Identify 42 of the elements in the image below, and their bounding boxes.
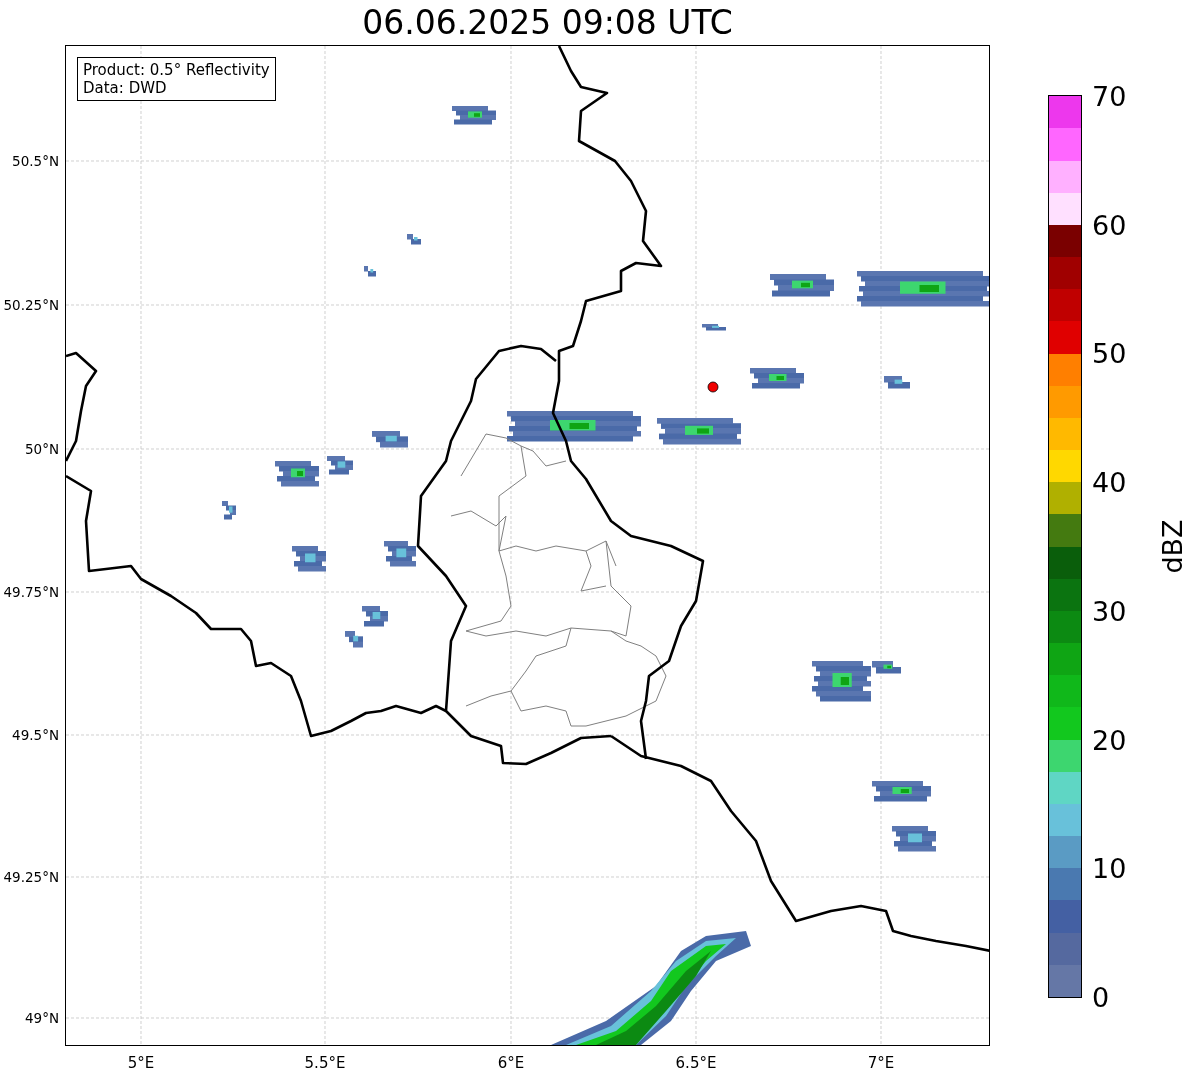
radar-echo (872, 781, 931, 802)
latitude-label: 50.25°N (3, 297, 59, 313)
radar-echo (345, 631, 363, 648)
longitude-label: 5.5°E (304, 1054, 346, 1072)
scale-tick-label: 30 (1092, 595, 1127, 627)
radar-echo (384, 541, 416, 567)
longitude-label: 7°E (867, 1054, 895, 1072)
info-text: Data: DWD (83, 79, 168, 97)
scale-tick-label: 60 (1092, 209, 1127, 241)
radar-echo (770, 274, 834, 297)
longitude-label: 5°E (127, 1054, 155, 1072)
radar-echo (750, 368, 804, 389)
latitude-label: 49°N (24, 1010, 59, 1026)
radar-echo (702, 324, 726, 331)
latitude-label: 49.25°N (3, 869, 59, 885)
radar-echo (362, 606, 388, 627)
radar-echo (275, 461, 319, 487)
radar-echo (222, 501, 236, 520)
scale-tick-label: 50 (1092, 337, 1127, 369)
latitude-label: 49.5°N (12, 727, 59, 743)
scale-tick-label: 40 (1092, 466, 1127, 498)
radar-echo (327, 456, 353, 475)
latitude-label: 50°N (24, 441, 59, 457)
radar-echo (407, 234, 421, 245)
radar-echo (372, 431, 408, 448)
radar-site-marker (707, 381, 719, 393)
scale-tick-label: 70 (1092, 80, 1127, 112)
radar-echo (364, 266, 376, 277)
radar-echo (452, 106, 496, 125)
scale-unit-label: dBZ (1156, 519, 1188, 574)
longitude-label: 6.5°E (675, 1054, 717, 1072)
latitude-label: 50.5°N (12, 153, 59, 169)
info-text: Product: 0.5° Reflectivity (83, 61, 270, 79)
chart-title: 06.06.2025 09:08 UTC (361, 2, 734, 44)
longitude-label: 6°E (497, 1054, 525, 1072)
radar-echo (292, 546, 326, 572)
scale-tick-label: 0 (1092, 981, 1110, 1013)
radar-echo (884, 376, 910, 389)
scale-tick-label: 20 (1092, 724, 1127, 756)
latitude-label: 49.75°N (3, 584, 59, 600)
scale-tick-label: 10 (1092, 852, 1127, 884)
radar-echo (892, 826, 936, 852)
